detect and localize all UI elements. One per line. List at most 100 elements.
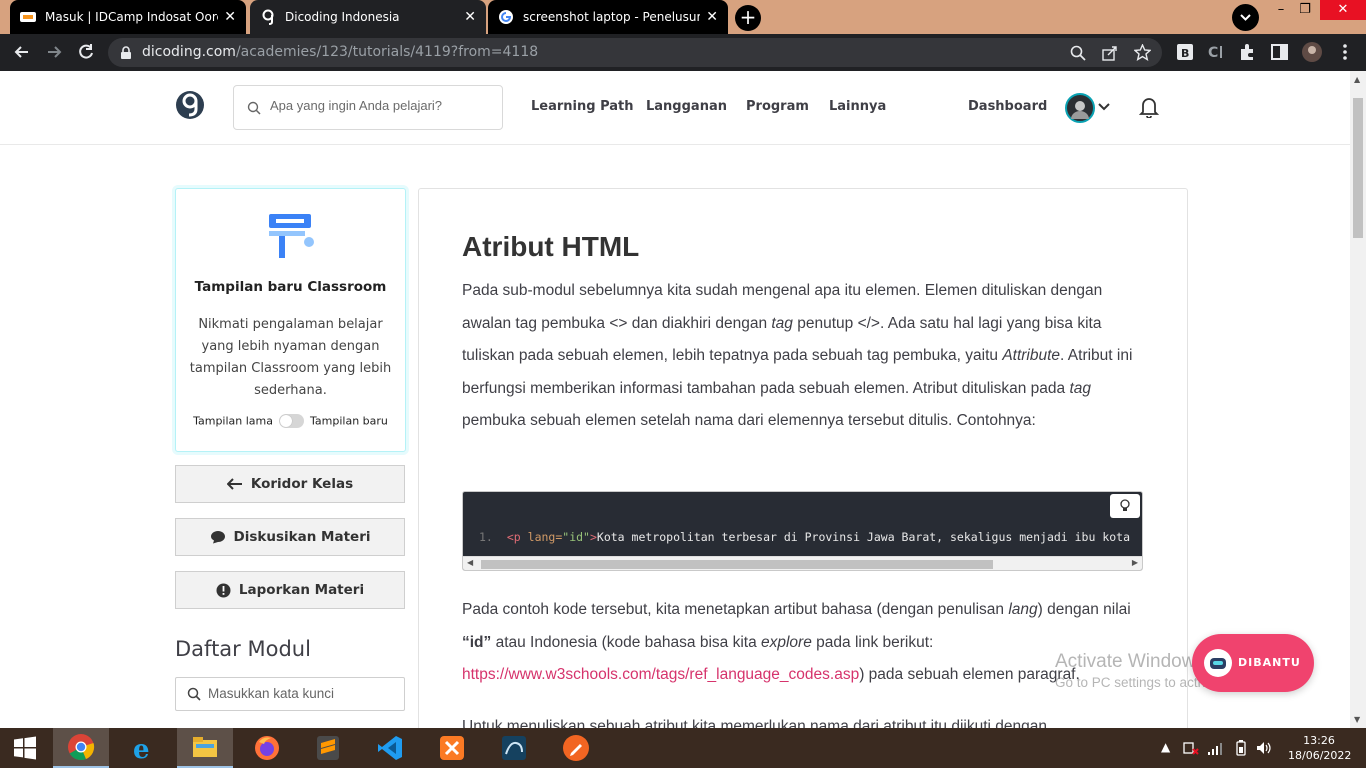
language-codes-link[interactable]: https://www.w3schools.com/tags/ref_langu…: [462, 666, 859, 683]
scroll-up-icon[interactable]: ▲: [1354, 75, 1360, 84]
puzzle-icon[interactable]: [1237, 41, 1259, 63]
taskbar-firefox[interactable]: [239, 728, 295, 768]
extension-icon[interactable]: C: [1206, 41, 1228, 63]
xampp-icon: [440, 736, 464, 760]
nav-dashboard[interactable]: Dashboard: [968, 99, 1047, 114]
taskbar-clock[interactable]: 13:26 18/06/2022: [1288, 733, 1352, 763]
tab-title: Dicoding Indonesia: [285, 10, 400, 24]
start-button[interactable]: [0, 728, 50, 768]
laporkan-materi-label: Laporkan Materi: [238, 582, 365, 598]
windows-taskbar: e ▲ 13:26 18/06/2022: [0, 728, 1366, 768]
taskbar-pen-app[interactable]: [548, 728, 604, 768]
close-tab-icon[interactable]: ✕: [224, 9, 236, 25]
taskbar-internet-explorer[interactable]: e: [116, 728, 172, 768]
emphasis: lang: [1008, 601, 1038, 618]
copy-code-button[interactable]: [1110, 494, 1140, 518]
nav-lainnya[interactable]: Lainnya: [829, 99, 886, 114]
koridor-kelas-button[interactable]: Koridor Kelas: [175, 465, 405, 503]
nav-langganan[interactable]: Langganan: [646, 99, 727, 114]
code-horizontal-scrollbar[interactable]: ◀ ▶: [463, 556, 1142, 570]
module-search[interactable]: [175, 677, 405, 711]
emphasis: Attribute: [1002, 347, 1061, 364]
view-toggle-switch[interactable]: [279, 414, 305, 428]
tab-google[interactable]: screenshot laptop - Penelusuran G ✕: [488, 0, 728, 34]
minimize-button[interactable]: –: [1270, 0, 1292, 20]
forward-icon[interactable]: [42, 40, 66, 64]
scrollbar-thumb[interactable]: [1353, 98, 1363, 238]
browser-menu-icon[interactable]: [1334, 41, 1356, 63]
scroll-down-icon[interactable]: ▼: [1354, 715, 1360, 724]
network-disconnected-icon[interactable]: [1183, 740, 1199, 759]
show-hidden-icons[interactable]: ▲: [1161, 740, 1170, 754]
dicoding-logo[interactable]: [175, 90, 205, 126]
start-icon: [14, 736, 36, 760]
side-panel-icon[interactable]: [1269, 41, 1291, 63]
koridor-kelas-label: Koridor Kelas: [250, 476, 354, 492]
nav-learning-path[interactable]: Learning Path: [531, 99, 634, 114]
paint-roller-icon: [269, 214, 314, 258]
tab-idcamp[interactable]: Masuk | IDCamp Indosat Ooredoo ✕: [10, 0, 246, 34]
maximize-button[interactable]: ❐: [1294, 0, 1316, 20]
text-segment: pembuka sebuah elemen setelah nama dari …: [462, 412, 1036, 429]
taskbar-xampp[interactable]: [424, 728, 480, 768]
diskusikan-materi-button[interactable]: Diskusikan Materi: [175, 518, 405, 556]
text-segment: Pada contoh kode tersebut, kita menetapk…: [462, 601, 1009, 618]
emphasis: tag: [771, 314, 793, 332]
diskusikan-materi-label: Diskusikan Materi: [233, 529, 371, 545]
volume-icon[interactable]: [1255, 740, 1273, 759]
laporkan-materi-button[interactable]: Laporkan Materi: [175, 571, 405, 609]
view-toggle-row: Tampilan lama Tampilan baru: [176, 414, 405, 428]
code-string: "id": [562, 530, 590, 544]
ie-icon: e: [133, 735, 150, 762]
bookmark-star-icon[interactable]: [1134, 44, 1151, 61]
classroom-promo-card: Tampilan baru Classroom Nikmati pengalam…: [175, 188, 406, 452]
user-avatar[interactable]: [1065, 93, 1095, 123]
taskbar-sublime-text[interactable]: [300, 728, 356, 768]
taskbar-vscode[interactable]: [362, 728, 418, 768]
search-icon: [247, 101, 261, 115]
profile-avatar-icon[interactable]: [1301, 41, 1323, 63]
new-tab-button[interactable]: +: [735, 5, 761, 31]
firefox-icon: [255, 736, 279, 760]
notification-bell-icon[interactable]: [1138, 96, 1160, 122]
battery-icon[interactable]: [1235, 740, 1247, 759]
close-tab-icon[interactable]: ✕: [706, 9, 718, 25]
site-header: Learning Path Langganan Program Lainnya …: [0, 71, 1350, 145]
tab-title: screenshot laptop - Penelusuran G: [523, 10, 701, 24]
clock-date: 18/06/2022: [1288, 749, 1352, 762]
tab-dicoding[interactable]: Dicoding Indonesia ✕: [250, 0, 486, 34]
taskbar-file-explorer[interactable]: [177, 728, 233, 768]
chevron-down-icon: [1240, 14, 1251, 21]
module-list-heading: Daftar Modul: [175, 637, 311, 661]
scroll-left-icon[interactable]: ◀: [467, 558, 473, 567]
window-close-button[interactable]: ✕: [1320, 0, 1366, 20]
wifi-signal-icon[interactable]: [1207, 740, 1223, 759]
search-input[interactable]: [270, 98, 490, 113]
lock-icon: [121, 46, 131, 59]
site-search[interactable]: [233, 85, 503, 130]
page-vertical-scrollbar[interactable]: ▲ ▼: [1350, 71, 1366, 728]
taskbar-mysql-workbench[interactable]: [486, 728, 542, 768]
tab-search-button[interactable]: [1232, 4, 1259, 31]
nav-program[interactable]: Program: [746, 99, 809, 114]
taskbar-chrome[interactable]: [53, 728, 109, 768]
close-tab-icon[interactable]: ✕: [464, 9, 476, 25]
zoom-icon[interactable]: [1070, 45, 1086, 61]
chevron-down-icon[interactable]: [1098, 102, 1110, 112]
dibantu-chat-button[interactable]: DIBANTU: [1192, 634, 1314, 692]
browser-toolbar: dicoding.com/academies/123/tutorials/411…: [0, 34, 1366, 71]
svg-text:C: C: [1208, 45, 1218, 61]
article-title: Atribut HTML: [462, 231, 640, 262]
scrollbar-thumb[interactable]: [481, 560, 993, 569]
reload-icon[interactable]: [74, 40, 98, 64]
code-tag: >: [589, 530, 597, 544]
idcamp-icon: [20, 9, 36, 25]
bootstrap-extension-icon[interactable]: B: [1174, 41, 1196, 63]
svg-text:e: e: [133, 735, 150, 762]
scroll-right-icon[interactable]: ▶: [1132, 558, 1138, 567]
share-icon[interactable]: [1102, 45, 1118, 61]
tab-title: Masuk | IDCamp Indosat Ooredoo: [45, 10, 218, 24]
module-search-input[interactable]: [208, 686, 398, 701]
address-bar[interactable]: dicoding.com/academies/123/tutorials/411…: [108, 38, 1162, 67]
back-icon[interactable]: [10, 40, 34, 64]
